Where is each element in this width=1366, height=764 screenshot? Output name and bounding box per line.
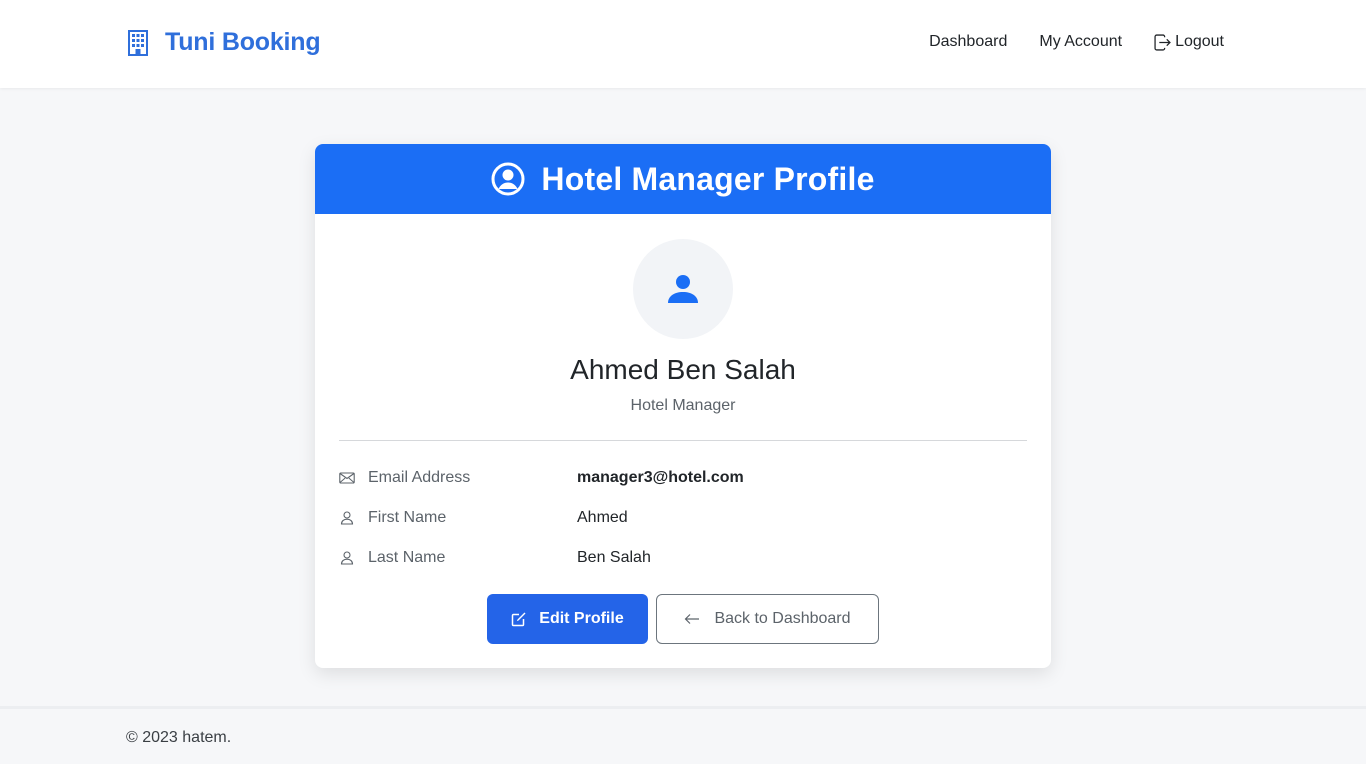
profile-card-header: Hotel Manager Profile (315, 144, 1051, 214)
email-value: manager3@hotel.com (577, 469, 744, 486)
back-to-dashboard-label: Back to Dashboard (714, 610, 851, 627)
navbar: Tuni Booking Dashboard My Account Logout (0, 0, 1366, 88)
logout-label: Logout (1175, 33, 1224, 50)
brand-link[interactable]: Tuni Booking (127, 28, 321, 57)
info-row-first-name: First Name Ahmed (339, 506, 1027, 530)
info-row-last-name: Last Name Ben Salah (339, 546, 1027, 570)
person-outline-icon (339, 550, 355, 566)
back-to-dashboard-button[interactable]: Back to Dashboard (656, 594, 879, 644)
main-nav: Dashboard My Account Logout (929, 33, 1224, 51)
last-name-value: Ben Salah (577, 549, 651, 566)
user-circle-icon (491, 162, 525, 196)
last-name-label: Last Name (368, 549, 446, 566)
pencil-square-icon (512, 612, 526, 627)
logout-icon (1154, 33, 1171, 51)
footer-copyright: © 2023 hatem. (126, 729, 232, 746)
nav-logout-link[interactable]: Logout (1154, 33, 1224, 51)
profile-full-name: Ahmed Ben Salah (570, 354, 796, 385)
edit-profile-label: Edit Profile (539, 610, 624, 627)
edit-profile-button[interactable]: Edit Profile (487, 594, 648, 644)
profile-role: Hotel Manager (630, 397, 736, 414)
footer: © 2023 hatem. (0, 706, 1366, 764)
info-row-email: Email Address manager3@hotel.com (339, 466, 1027, 490)
first-name-label: First Name (368, 509, 447, 526)
arrow-left-icon (685, 614, 700, 624)
envelope-icon (339, 470, 355, 486)
person-outline-icon (339, 510, 355, 526)
profile-card: Hotel Manager Profile Ahmed Ben Salah Ho… (315, 144, 1051, 668)
person-icon (668, 275, 698, 303)
building-icon (127, 29, 149, 56)
avatar (633, 239, 733, 339)
nav-my-account-link[interactable]: My Account (1039, 33, 1122, 51)
divider (339, 440, 1027, 441)
page-title: Hotel Manager Profile (541, 160, 875, 197)
first-name-value: Ahmed (577, 509, 628, 526)
brand-name: Tuni Booking (165, 28, 321, 56)
email-label: Email Address (368, 469, 471, 486)
nav-dashboard-link[interactable]: Dashboard (929, 33, 1007, 51)
